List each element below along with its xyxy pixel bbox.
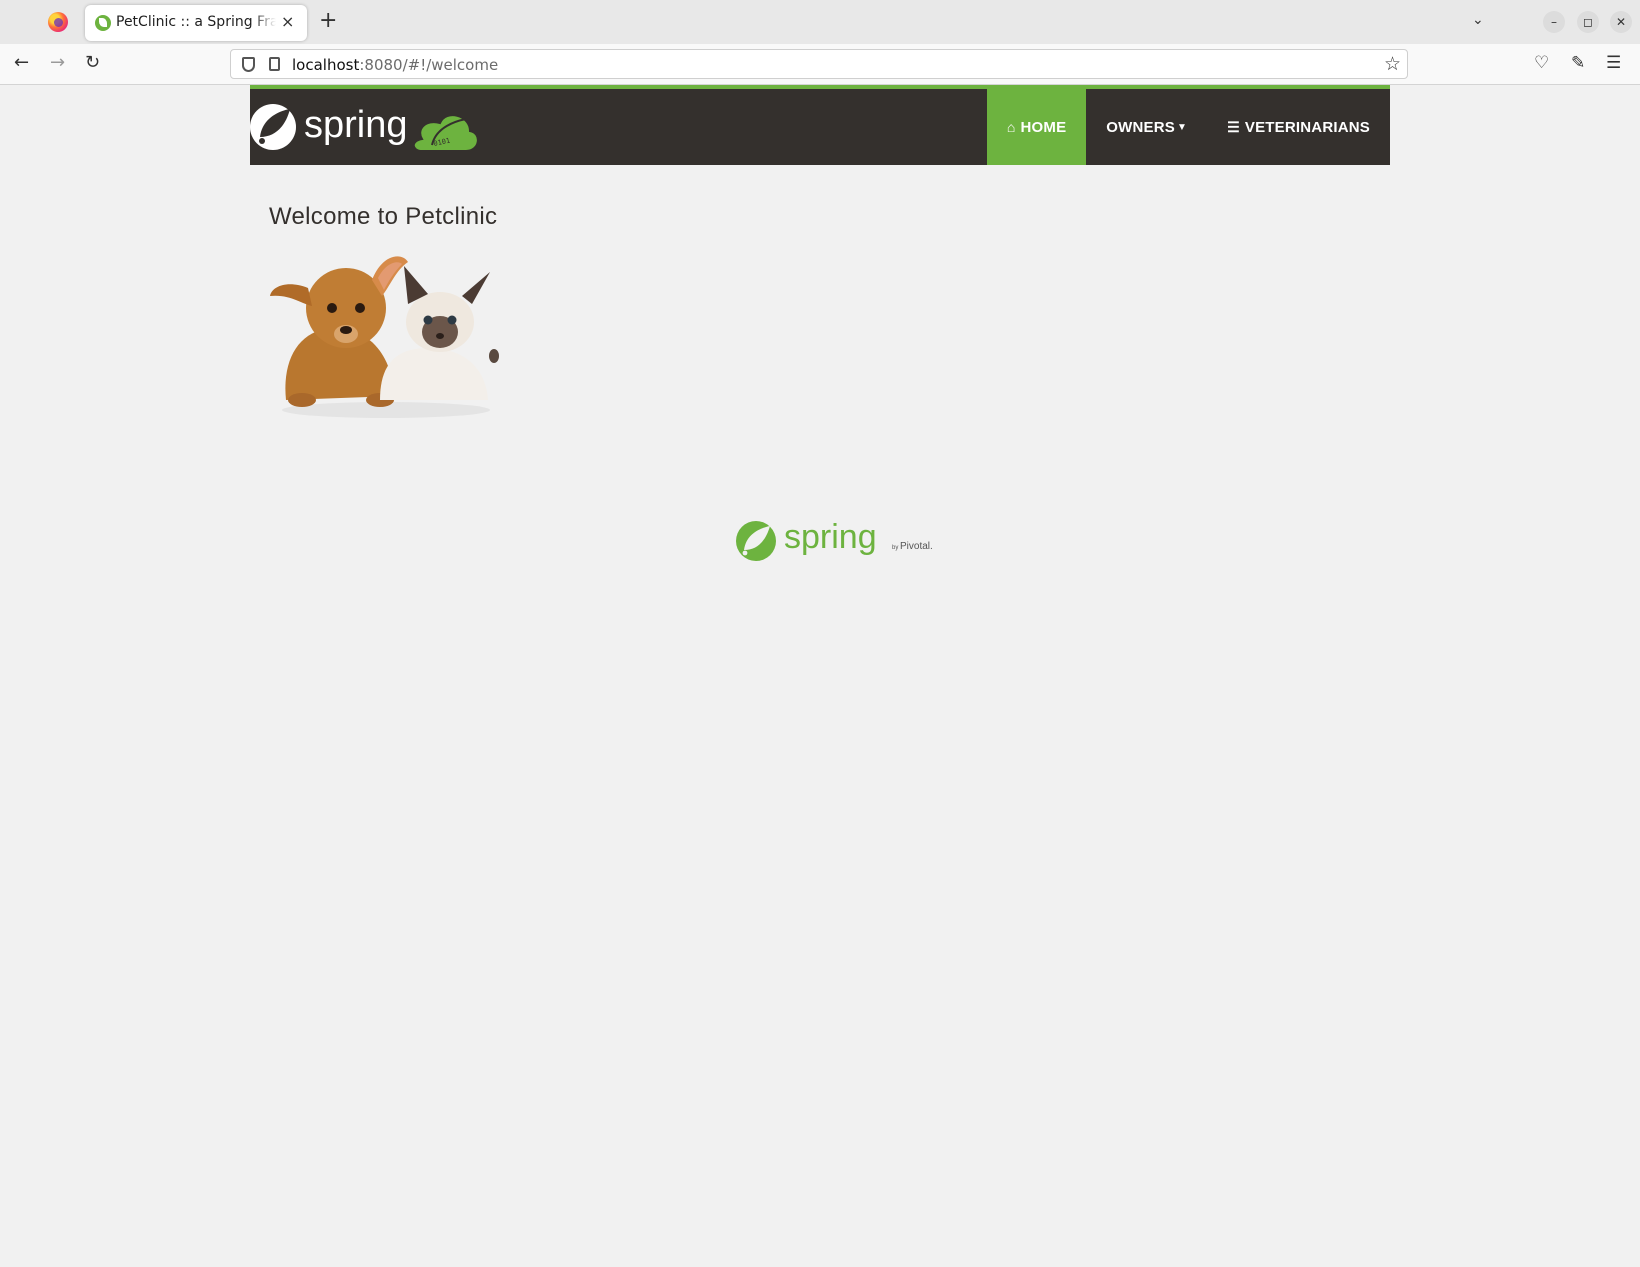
address-bar[interactable]: localhost:8080/#!/welcome ☆ <box>230 49 1408 79</box>
pets-image <box>268 250 502 418</box>
list-icon: ☰ <box>1227 118 1240 135</box>
firefox-icon[interactable] <box>48 12 68 32</box>
browser-toolbar: ← → ↻ localhost:8080/#!/welcome ☆ ♡ ✎ ☰ <box>0 44 1640 85</box>
app-navbar: spring 0101 ⌂ Home Owners ▼ ☰ Veterinari… <box>250 85 1390 165</box>
menu-icon[interactable]: ☰ <box>1606 53 1621 73</box>
bookmark-star-icon[interactable]: ☆ <box>1384 53 1401 75</box>
page-title: Welcome to Petclinic <box>269 203 498 230</box>
spring-brand-logo[interactable]: spring 0101 <box>250 97 485 159</box>
tab-close-icon[interactable]: × <box>281 12 294 31</box>
new-tab-button[interactable]: + <box>319 9 337 33</box>
browser-tab-strip: PetClinic :: a Spring Framework demonstr… <box>0 0 1640 44</box>
minimize-window-button[interactable]: – <box>1543 11 1565 33</box>
nav-home[interactable]: ⌂ Home <box>986 89 1087 165</box>
caret-down-icon: ▼ <box>1177 121 1188 133</box>
forward-icon[interactable]: → <box>50 53 65 73</box>
url-text[interactable]: localhost:8080/#!/welcome <box>292 56 498 74</box>
brand-text: spring <box>304 104 408 146</box>
nav-owners-dropdown[interactable]: Owners ▼ <box>1086 89 1207 165</box>
shield-icon[interactable] <box>242 57 255 72</box>
home-icon: ⌂ <box>1006 119 1016 135</box>
extensions-icon[interactable]: ✎ <box>1571 53 1585 73</box>
footer-spring-pivotal-logo: spring by Pivotal. <box>734 518 934 564</box>
nav-home-label: Home <box>1020 118 1067 136</box>
tab-title: PetClinic :: a Spring Framework demonstr… <box>116 14 276 30</box>
url-host: localhost <box>292 56 360 74</box>
pocket-icon[interactable]: ♡ <box>1534 53 1549 73</box>
nav-veterinarians[interactable]: ☰ Veterinarians <box>1207 89 1390 165</box>
browser-tab[interactable]: PetClinic :: a Spring Framework demonstr… <box>85 5 307 41</box>
reload-icon[interactable]: ↻ <box>85 53 100 73</box>
main-menu: ⌂ Home Owners ▼ ☰ Veterinarians <box>986 89 1390 165</box>
page-icon[interactable] <box>269 57 280 71</box>
close-window-button[interactable]: ✕ <box>1610 11 1632 33</box>
footer-brand-text: spring <box>784 518 877 556</box>
footer-pivotal-text: Pivotal. <box>900 541 933 552</box>
back-icon[interactable]: ← <box>14 53 29 73</box>
nav-owners-label: Owners <box>1106 118 1175 136</box>
nav-veterinarians-label: Veterinarians <box>1244 118 1370 136</box>
tab-list-chevron-icon[interactable]: ⌄ <box>1472 12 1484 28</box>
spring-favicon-icon <box>95 15 111 31</box>
maximize-window-button[interactable]: ◻ <box>1577 11 1599 33</box>
footer-by-text: by <box>892 545 898 551</box>
url-path: :8080/#!/welcome <box>359 56 499 74</box>
